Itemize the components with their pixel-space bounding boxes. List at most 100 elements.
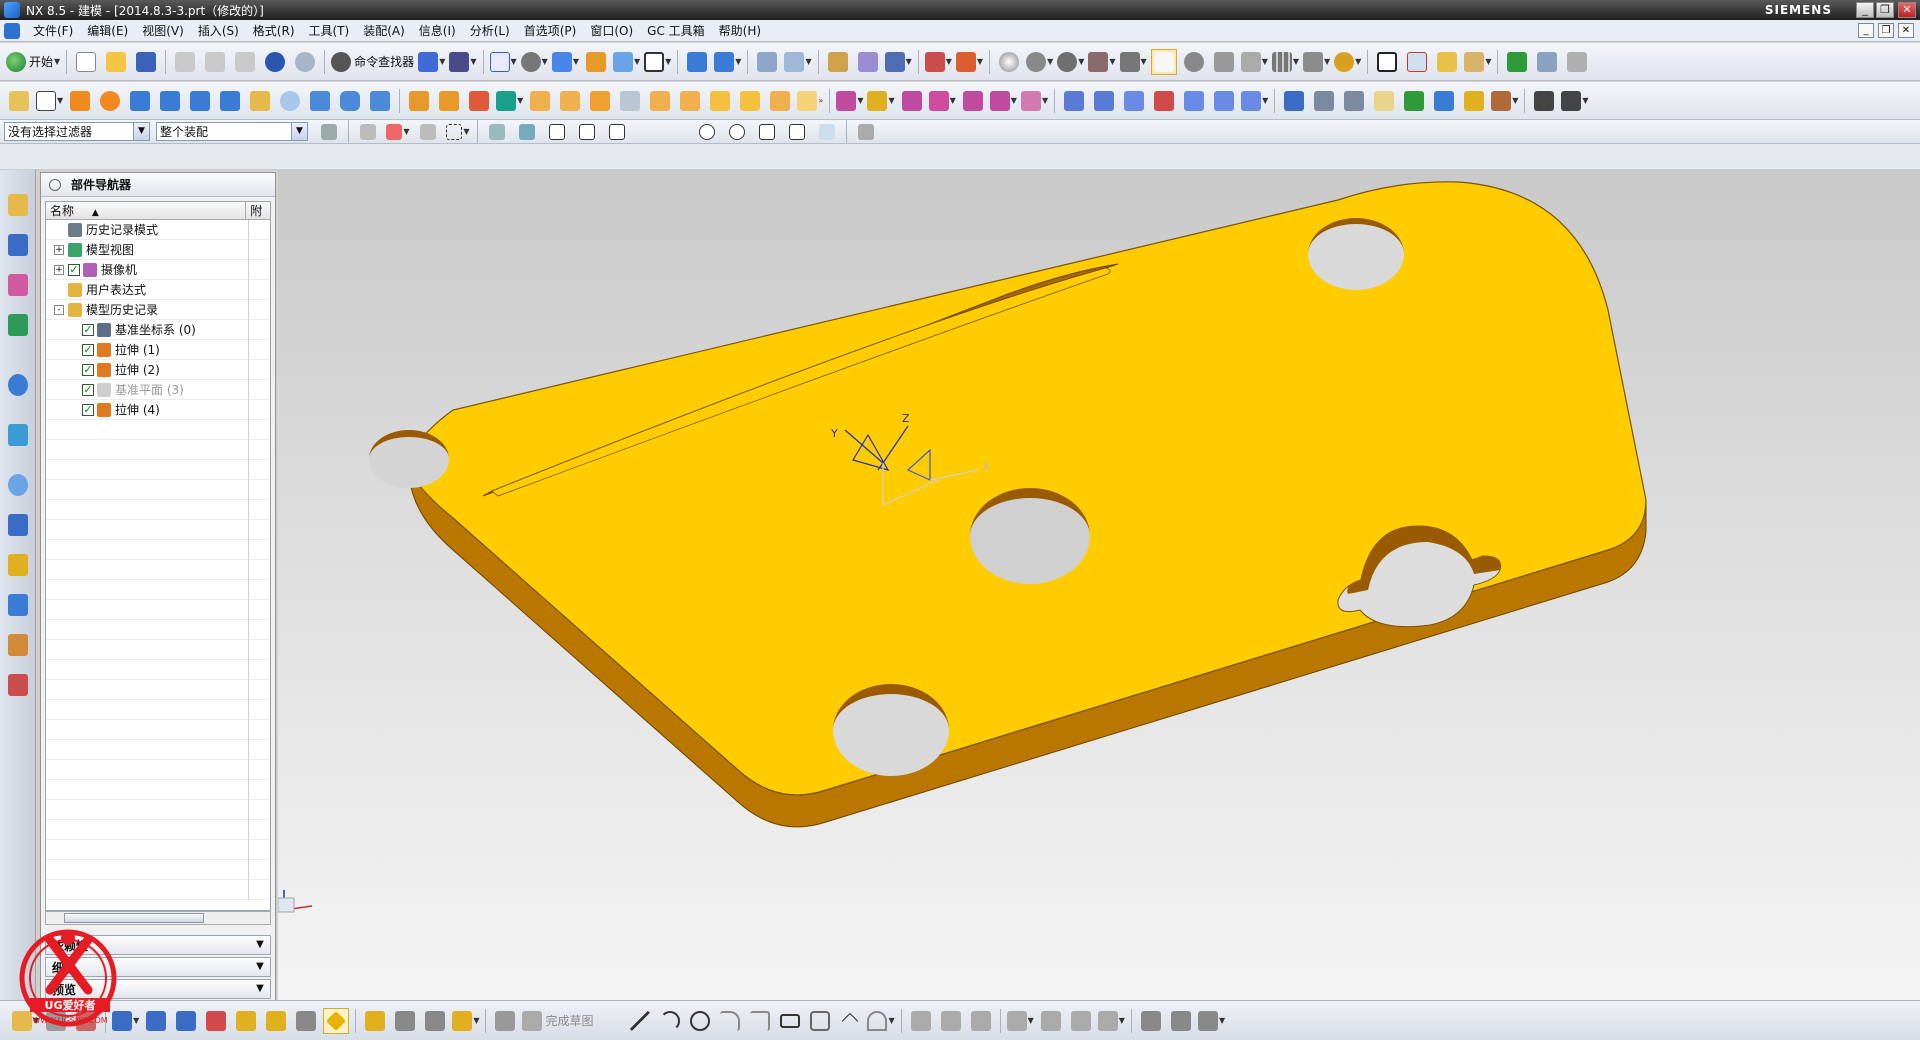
- wall-button[interactable]: ▼: [1240, 49, 1268, 75]
- visibility-checkbox[interactable]: ✓: [82, 363, 94, 376]
- hole-button[interactable]: [127, 88, 153, 114]
- chamfer-sketch-button[interactable]: [747, 1008, 773, 1034]
- orient-view-button[interactable]: ▼: [551, 49, 579, 75]
- sequence-button[interactable]: [233, 1008, 259, 1034]
- split-body-button[interactable]: [557, 88, 583, 114]
- animate-dimension-button[interactable]: [1138, 1008, 1164, 1034]
- revolve-button[interactable]: [97, 88, 123, 114]
- pattern-button[interactable]: [767, 88, 793, 114]
- boss-button[interactable]: [157, 88, 183, 114]
- constraint-bottom-button[interactable]: [173, 1008, 199, 1034]
- menu-information[interactable]: 信息(I): [412, 20, 463, 42]
- drafting-2-button[interactable]: ▼: [1561, 88, 1589, 114]
- minimize-button[interactable]: _: [1856, 2, 1874, 18]
- shell-button[interactable]: [647, 88, 673, 114]
- tree-node[interactable]: 用户表达式: [46, 280, 270, 300]
- surface-6-button[interactable]: [1211, 88, 1237, 114]
- datum-csys-button[interactable]: [436, 88, 462, 114]
- mirror-button[interactable]: »: [797, 88, 823, 114]
- menu-edit[interactable]: 编辑(E): [80, 20, 135, 42]
- check-button[interactable]: [1504, 49, 1530, 75]
- chamfer-button[interactable]: [617, 88, 643, 114]
- section-view-button[interactable]: ▼: [612, 49, 640, 75]
- manufacturing-wizard-tab[interactable]: [5, 590, 31, 620]
- doc-close-button[interactable]: ✕: [1898, 23, 1914, 38]
- feature-selection-button[interactable]: ▼: [385, 120, 411, 143]
- assembly-8-button[interactable]: ▼: [1491, 88, 1518, 114]
- triangle-button[interactable]: [1374, 49, 1400, 75]
- reuse-library-tab[interactable]: [5, 310, 31, 340]
- snap-existing-button[interactable]: [754, 120, 780, 143]
- snap-bounded-button[interactable]: [853, 120, 879, 143]
- nx-menu-icon[interactable]: [4, 22, 20, 39]
- roles-tab[interactable]: [5, 630, 31, 660]
- sketch-button[interactable]: [6, 88, 32, 114]
- sync-copy-button[interactable]: ▼: [1020, 88, 1048, 114]
- assembly-1-button[interactable]: [1281, 88, 1307, 114]
- geometric-constraint-button[interactable]: [1038, 1008, 1064, 1034]
- model-viewport[interactable]: Y Z X: [278, 170, 1920, 1000]
- measure-distance-button[interactable]: ▼: [924, 49, 952, 75]
- pin-icon[interactable]: [49, 178, 61, 191]
- visibility-checkbox[interactable]: ✓: [68, 263, 80, 276]
- save-button[interactable]: [133, 49, 159, 75]
- intent-button[interactable]: [415, 120, 441, 143]
- background-button[interactable]: [583, 49, 609, 75]
- assembly-2-button[interactable]: [1311, 88, 1337, 114]
- snap-control-button[interactable]: [634, 120, 660, 143]
- pen-button[interactable]: [362, 1008, 388, 1034]
- drafting-1-button[interactable]: [1531, 88, 1557, 114]
- arrangement-button[interactable]: [263, 1008, 289, 1034]
- expand-icon[interactable]: +: [54, 244, 64, 255]
- visibility-checkbox[interactable]: ✓: [82, 383, 94, 396]
- offset-face-button[interactable]: [707, 88, 733, 114]
- compare-button[interactable]: [1564, 49, 1590, 75]
- groove-button[interactable]: [277, 88, 303, 114]
- tree-node[interactable]: ✓ 基准坐标系 (0): [46, 320, 270, 340]
- tree-node[interactable]: ✓ 拉伸 (2): [46, 360, 270, 380]
- point-button[interactable]: [466, 88, 492, 114]
- table-button[interactable]: [1404, 49, 1430, 75]
- sync-delete-button[interactable]: ▼: [989, 88, 1017, 114]
- web-browser-tab[interactable]: [5, 420, 31, 450]
- link-button[interactable]: [143, 1008, 169, 1034]
- reuse-button[interactable]: ▼: [1464, 49, 1491, 75]
- rectangle-button[interactable]: [777, 1008, 803, 1034]
- block-button[interactable]: [307, 88, 333, 114]
- tree-node[interactable]: 历史记录模式: [46, 220, 270, 240]
- show-constraints-button[interactable]: [1068, 1008, 1094, 1034]
- snap-endpoint-button[interactable]: [574, 120, 600, 143]
- doc-minimize-button[interactable]: _: [1858, 23, 1874, 38]
- snap-center-button[interactable]: [694, 120, 720, 143]
- system-materials-tab[interactable]: [5, 510, 31, 540]
- layout-button[interactable]: ▼: [644, 49, 671, 75]
- studio-spline-button[interactable]: ▼: [867, 1008, 895, 1034]
- convert-reference-button[interactable]: [1168, 1008, 1194, 1034]
- grid-button[interactable]: ▼: [1271, 49, 1299, 75]
- open-button[interactable]: [103, 49, 129, 75]
- move-object-button[interactable]: ▼: [884, 49, 912, 75]
- auto-constrain-button[interactable]: ▼: [1097, 1008, 1125, 1034]
- process-studio-tab[interactable]: [5, 550, 31, 580]
- system-scene-tab[interactable]: [5, 670, 31, 700]
- report-button[interactable]: [1534, 49, 1560, 75]
- pad-button[interactable]: [217, 88, 243, 114]
- arc-button[interactable]: [657, 1008, 683, 1034]
- snap-enable-button[interactable]: [544, 120, 570, 143]
- snap-body-button[interactable]: [514, 120, 540, 143]
- tree-node[interactable]: ✓ 拉伸 (4): [46, 400, 270, 420]
- tree-node[interactable]: - 模型历史记录: [46, 300, 270, 320]
- menu-window[interactable]: 窗口(O): [583, 20, 640, 42]
- slot-button[interactable]: [247, 88, 273, 114]
- profile-button[interactable]: [597, 1008, 623, 1034]
- cut-button[interactable]: [172, 49, 198, 75]
- sync-replace-button[interactable]: ▼: [928, 88, 956, 114]
- visibility-checkbox[interactable]: ✓: [82, 403, 94, 416]
- menu-tools[interactable]: 工具(T): [302, 20, 357, 42]
- make-corner-button[interactable]: [968, 1008, 994, 1034]
- menu-view[interactable]: 视图(V): [135, 20, 191, 42]
- menu-preferences[interactable]: 首选项(P): [517, 20, 584, 42]
- fit-button[interactable]: ▼: [489, 49, 517, 75]
- column-name[interactable]: 名称 ▲: [46, 202, 247, 219]
- edge-blend-button[interactable]: [587, 88, 613, 114]
